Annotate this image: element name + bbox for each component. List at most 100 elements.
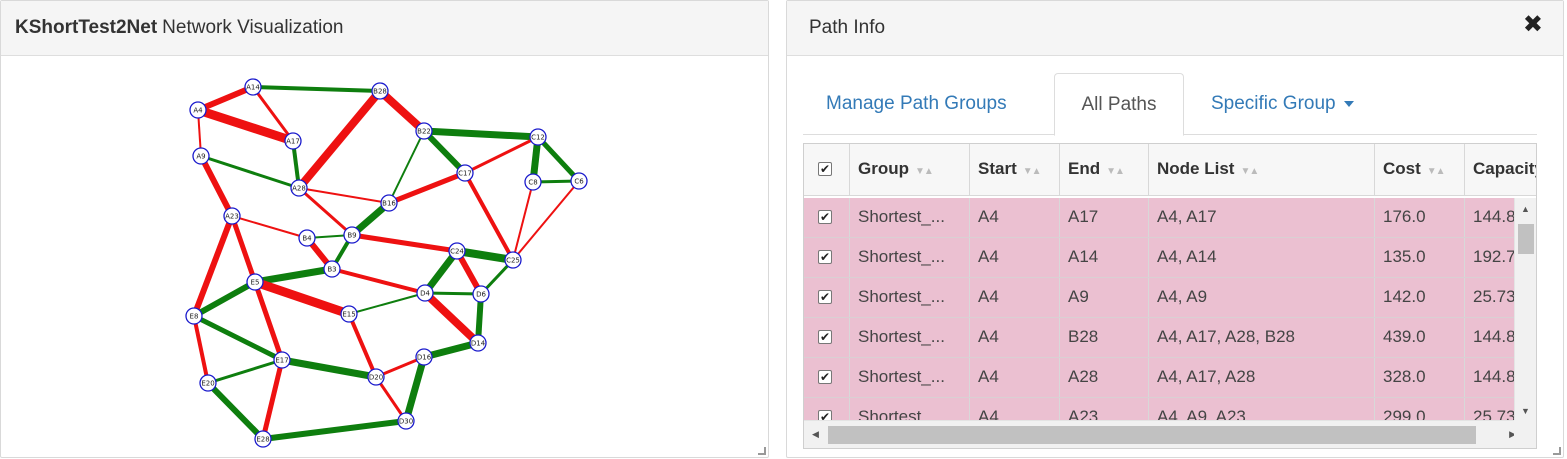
edge-C17-C25[interactable]	[463, 172, 515, 261]
node-E15[interactable]: E15	[340, 305, 358, 323]
table-row[interactable]: ✔ Shortest_... A4 A28 A4, A17, A28 328.0 144.8	[804, 358, 1524, 398]
node-C6[interactable]: C6	[570, 172, 588, 190]
scroll-up-icon[interactable]: ▲	[1521, 204, 1530, 214]
row-checkbox[interactable]: ✔	[818, 370, 832, 384]
node-E28[interactable]: E28	[254, 430, 272, 448]
edge-B28-B22[interactable]	[377, 88, 427, 134]
table-row[interactable]: ✔ Shortest_... A4 A17 A4, A17 176.0 144.8	[804, 198, 1524, 238]
edge-B3-E5[interactable]	[254, 265, 333, 286]
horizontal-scrollbar[interactable]: ◀ ▶	[804, 420, 1524, 448]
scroll-thumb[interactable]	[1518, 224, 1534, 254]
cell-cost: 299.0	[1375, 398, 1465, 420]
node-E17[interactable]: E17	[273, 351, 291, 369]
table-row[interactable]: ✔ Shortest_... A4 A9 A4, A9 142.0 25.73	[804, 278, 1524, 318]
node-D14[interactable]: D14	[469, 334, 487, 352]
row-select-cell: ✔	[804, 238, 850, 277]
network-visualization-panel: KShortTest2Net Network Visualization A4 A…	[0, 0, 769, 458]
node-D16[interactable]: D16	[415, 348, 433, 366]
edge-C12-C17[interactable]	[464, 135, 539, 175]
node-C17[interactable]: C17	[456, 164, 474, 182]
edge-E15-D20[interactable]	[347, 313, 378, 378]
node-B3[interactable]: B3	[323, 260, 341, 278]
node-E8[interactable]: E8	[185, 307, 203, 325]
node-C24[interactable]: C24	[448, 242, 466, 260]
node-A4[interactable]: A4	[189, 101, 207, 119]
scroll-left-icon[interactable]: ◀	[812, 429, 819, 440]
column-header-capacity[interactable]: Capacity	[1465, 144, 1536, 195]
node-B22[interactable]: B22	[415, 122, 433, 140]
edge-B28-A28[interactable]	[295, 88, 384, 191]
close-icon[interactable]: ✖	[1523, 11, 1543, 39]
node-label: A28	[292, 185, 306, 193]
edge-E17-D20[interactable]	[281, 356, 377, 381]
column-header-node-list[interactable]: Node List ▼▲	[1149, 144, 1375, 195]
edge-A4-A17[interactable]	[196, 105, 295, 146]
node-label: D20	[369, 374, 383, 382]
edge-E28-D30[interactable]	[262, 418, 407, 442]
edge-B22-C12[interactable]	[423, 127, 539, 141]
node-A17[interactable]: A17	[284, 132, 302, 150]
node-A23[interactable]: A23	[223, 207, 241, 225]
row-checkbox[interactable]: ✔	[818, 290, 832, 304]
tab-all-paths[interactable]: All Paths	[1054, 73, 1184, 136]
node-C25[interactable]: C25	[504, 251, 522, 269]
edge-C12-C6[interactable]	[536, 135, 581, 183]
scroll-down-icon[interactable]: ▼	[1521, 406, 1530, 416]
node-label: C12	[531, 134, 545, 142]
node-D20[interactable]: D20	[367, 368, 385, 386]
node-A28[interactable]: A28	[290, 179, 308, 197]
tab-manage-path-groups[interactable]: Manage Path Groups	[825, 73, 1008, 135]
node-A9[interactable]: A9	[192, 147, 210, 165]
edge-E17-E20[interactable]	[207, 358, 283, 385]
row-checkbox[interactable]: ✔	[818, 210, 832, 224]
select-all-checkbox[interactable]: ✔	[818, 162, 832, 176]
edge-E20-E28[interactable]	[205, 380, 266, 442]
edge-A23-B4[interactable]	[231, 215, 308, 239]
node-E5[interactable]: E5	[246, 273, 264, 291]
edge-B3-D4[interactable]	[331, 267, 426, 295]
table-row[interactable]: ✔ Shortest_... A4 B28 A4, A17, A28, B28 439.0…	[804, 318, 1524, 358]
edge-D16-D30[interactable]	[402, 356, 428, 422]
tab-specific-group[interactable]: Specific Group	[1210, 73, 1355, 135]
node-D30[interactable]: D30	[397, 412, 415, 430]
row-select-cell: ✔	[804, 198, 850, 237]
resize-handle[interactable]	[758, 447, 766, 455]
edge-E8-E20[interactable]	[192, 315, 210, 384]
tab-label: Specific Group	[1211, 93, 1336, 114]
scroll-thumb[interactable]	[828, 426, 1476, 444]
row-checkbox[interactable]: ✔	[818, 410, 832, 420]
node-B28[interactable]: B28	[371, 82, 389, 100]
node-label: B16	[382, 200, 396, 208]
table-row[interactable]: ✔ Shortest_... A4 A23 A4, A9, A23 299.0 25.73	[804, 398, 1524, 420]
edge-A4-A14[interactable]	[196, 84, 255, 113]
node-B4[interactable]: B4	[298, 229, 316, 247]
node-A14[interactable]: A14	[244, 78, 262, 96]
edge-B9-C24[interactable]	[351, 232, 458, 254]
node-D4[interactable]: D4	[416, 284, 434, 302]
edge-E17-E28[interactable]	[260, 359, 285, 440]
column-header-end[interactable]: End ▼▲	[1060, 144, 1149, 195]
node-label: E28	[256, 436, 269, 444]
edge-B22-C17[interactable]	[421, 128, 468, 176]
vertical-scrollbar[interactable]: ▲ ▼	[1514, 198, 1536, 420]
cell-nodes: A4, A17	[1149, 198, 1375, 237]
column-header-cost[interactable]: Cost ▼▲	[1375, 144, 1465, 195]
row-checkbox[interactable]: ✔	[818, 330, 832, 344]
table-row[interactable]: ✔ Shortest_... A4 A14 A4, A14 135.0 192.7	[804, 238, 1524, 278]
column-header-group[interactable]: Group ▼▲	[850, 144, 970, 195]
row-checkbox[interactable]: ✔	[818, 250, 832, 264]
column-header-start[interactable]: Start ▼▲	[970, 144, 1060, 195]
edge-D4-E15[interactable]	[348, 292, 426, 315]
node-C8[interactable]: C8	[524, 173, 542, 191]
resize-handle[interactable]	[1553, 447, 1561, 455]
edge-D4-D14[interactable]	[422, 290, 481, 346]
node-B9[interactable]: B9	[343, 226, 361, 244]
edge-A23-E5[interactable]	[229, 215, 258, 283]
network-graph[interactable]: A4 A14 B28 A17 A9 B22 C12 C17 A28 C8 C6 B16 A23 B4 B9 C…	[1, 57, 768, 457]
node-C12[interactable]: C12	[529, 128, 547, 146]
edge-A14-B28[interactable]	[252, 85, 381, 93]
edge-E5-E15[interactable]	[253, 277, 351, 319]
node-E20[interactable]: E20	[199, 374, 217, 392]
node-B16[interactable]: B16	[380, 194, 398, 212]
node-D6[interactable]: D6	[472, 285, 490, 303]
